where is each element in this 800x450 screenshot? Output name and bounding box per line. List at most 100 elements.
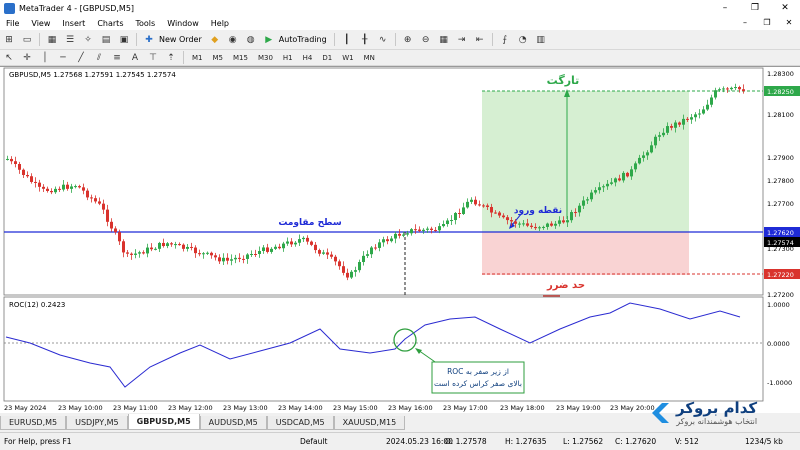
metaeditor-icon[interactable]: ◆ (208, 33, 222, 46)
candle-body (530, 225, 533, 227)
tab-usdcad[interactable]: USDCAD,M5 (266, 416, 334, 430)
menu-window[interactable]: Window (161, 19, 205, 28)
menu-tools[interactable]: Tools (129, 19, 161, 28)
candle-body (534, 226, 537, 229)
market-icon[interactable]: ◍ (244, 33, 258, 46)
fibonacci-icon[interactable]: ≡ (110, 51, 124, 64)
chart-restore-button[interactable]: ❐ (756, 16, 778, 30)
tab-gbpusd[interactable]: GBPUSD,M5 (127, 414, 200, 430)
time-label: 23 May 10:00 (58, 404, 103, 412)
templates-icon[interactable]: ▥ (534, 33, 548, 46)
navigator-icon[interactable]: ✧ (81, 33, 95, 46)
cursor-icon[interactable]: ↖ (2, 51, 16, 64)
menu-view[interactable]: View (25, 19, 56, 28)
status-profile[interactable]: Default (300, 437, 327, 446)
timeframe-h1[interactable]: H1 (278, 54, 298, 62)
zoom-out-icon[interactable]: ⊖ (419, 33, 433, 46)
price-chart[interactable]: GBPUSD,M5 1.27568 1.27591 1.27545 1.2757… (0, 67, 800, 414)
market-watch-icon[interactable]: ▦ (45, 33, 59, 46)
label-icon[interactable]: ⊤ (146, 51, 160, 64)
candle-body (306, 237, 309, 242)
candle-body (390, 238, 393, 242)
menu-help[interactable]: Help (205, 19, 235, 28)
restore-button[interactable]: ❐ (740, 0, 770, 16)
tile-windows-icon[interactable]: ▦ (437, 33, 451, 46)
candle-body (178, 244, 181, 246)
candle-body (654, 136, 657, 146)
bar-chart-icon[interactable]: ┃ (340, 33, 354, 46)
menu-charts[interactable]: Charts (91, 19, 129, 28)
candle-body (506, 217, 509, 221)
candle-body (330, 254, 333, 257)
candle-body (278, 246, 281, 249)
status-help: For Help, press F1 (4, 437, 72, 446)
candle-body (186, 246, 189, 249)
candle-body (318, 250, 321, 254)
time-label: 23 May 15:00 (333, 404, 378, 412)
roc-callout-line1: ROC از زیر صفر به (447, 367, 509, 376)
timeframe-h4[interactable]: H4 (298, 54, 318, 62)
signals-icon[interactable]: ◉ (226, 33, 240, 46)
arrows-icon[interactable]: ⇡ (164, 51, 178, 64)
auto-scroll-icon[interactable]: ⇥ (455, 33, 469, 46)
chart-close-button[interactable]: ✕ (778, 16, 800, 30)
vertical-line-icon[interactable]: │ (38, 51, 52, 64)
candle-body (74, 186, 77, 188)
autotrading-icon[interactable]: ▶ (262, 33, 276, 46)
candle-body (566, 220, 569, 223)
timeframe-mn[interactable]: MN (359, 54, 380, 62)
tab-eurusd[interactable]: EURUSD,M5 (0, 416, 67, 430)
new-chart-icon[interactable]: ⊞ (2, 33, 16, 46)
new-order-icon[interactable]: ✚ (142, 33, 156, 46)
candle-body (234, 257, 237, 260)
autotrading-button[interactable]: AutoTrading (279, 35, 327, 44)
tab-xauusd[interactable]: XAUUSD,M15 (333, 416, 406, 430)
crosshair-icon[interactable]: ✛ (20, 51, 34, 64)
candle-body (494, 212, 497, 214)
menu-insert[interactable]: Insert (56, 19, 91, 28)
timeframe-m5[interactable]: M5 (208, 54, 229, 62)
profiles-icon[interactable]: ▭ (20, 33, 34, 46)
candle-body (70, 186, 73, 189)
candle-body (34, 181, 37, 183)
strategy-tester-icon[interactable]: ▣ (117, 33, 131, 46)
zoom-in-icon[interactable]: ⊕ (401, 33, 415, 46)
candle-body (682, 118, 685, 125)
data-window-icon[interactable]: ☰ (63, 33, 77, 46)
candle-body (690, 117, 693, 120)
candle-body (78, 186, 81, 188)
candlestick-icon[interactable]: ╂ (358, 33, 372, 46)
close-button[interactable]: ✕ (770, 0, 800, 16)
timeframe-w1[interactable]: W1 (337, 54, 358, 62)
periods-icon[interactable]: ◔ (516, 33, 530, 46)
indicators-icon[interactable]: ⨍ (498, 33, 512, 46)
new-order-button[interactable]: New Order (159, 35, 202, 44)
candle-body (598, 187, 601, 191)
timeframe-m1[interactable]: M1 (187, 54, 208, 62)
price-label: 1.27800 (767, 177, 794, 185)
chart-area[interactable]: GBPUSD,M5 1.27568 1.27591 1.27545 1.2757… (0, 66, 800, 413)
candle-body (602, 186, 605, 188)
timeframe-m30[interactable]: M30 (253, 54, 278, 62)
menu-file[interactable]: File (0, 19, 25, 28)
chart-window-controls: – ❐ ✕ (734, 16, 800, 30)
tab-audusd[interactable]: AUDUSD,M5 (199, 416, 267, 430)
candle-body (430, 228, 433, 230)
minimize-button[interactable]: – (710, 0, 740, 16)
horizontal-line-icon[interactable]: ─ (56, 51, 70, 64)
chart-minimize-button[interactable]: – (734, 16, 756, 30)
timeframe-m15[interactable]: M15 (228, 54, 253, 62)
trendline-icon[interactable]: ╱ (74, 51, 88, 64)
terminal-icon[interactable]: ▤ (99, 33, 113, 46)
tab-usdjpy[interactable]: USDJPY,M5 (66, 416, 128, 430)
price-label: 1.27900 (767, 154, 794, 162)
channel-icon[interactable]: ⫽ (92, 51, 106, 64)
candle-body (694, 114, 697, 118)
timeframe-d1[interactable]: D1 (317, 54, 337, 62)
line-chart-icon[interactable]: ∿ (376, 33, 390, 46)
candle-body (354, 270, 357, 272)
candle-body (514, 221, 517, 224)
candle-body (214, 255, 217, 258)
text-icon[interactable]: A (128, 51, 142, 64)
chart-shift-icon[interactable]: ⇤ (473, 33, 487, 46)
